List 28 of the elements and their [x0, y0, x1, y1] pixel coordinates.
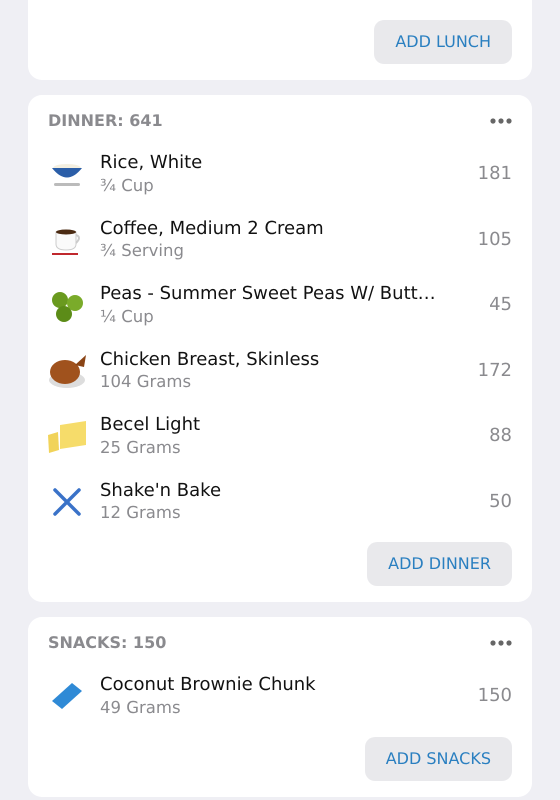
serving-amount: 12 Grams: [100, 502, 181, 524]
serving-amount: ¼ Cup: [100, 306, 154, 328]
food-name: Peas - Summer Sweet Peas W/ Butt…: [100, 282, 436, 306]
add-food-button[interactable]: ADD SNACKS: [364, 736, 512, 780]
food-name: Chicken Breast, Skinless: [100, 348, 320, 372]
food-name: Shake'n Bake: [100, 478, 222, 502]
more-icon[interactable]: [490, 640, 512, 646]
meal-title: DINNER: 641: [48, 110, 163, 132]
calorie-count: 150: [478, 684, 512, 708]
calorie-count: 172: [478, 358, 512, 383]
food-name: Coffee, Medium 2 Cream: [100, 216, 324, 240]
serving-amount: 104 Grams: [100, 371, 192, 393]
calorie-count: 181: [478, 162, 512, 186]
serving-amount: 25 Grams: [100, 436, 181, 458]
serving-amount: ¾ Serving: [100, 240, 184, 262]
add-food-button[interactable]: ADD DINNER: [367, 542, 512, 586]
calorie-count: 88: [489, 424, 512, 448]
calorie-count: 45: [489, 293, 512, 318]
food-name: Rice, White: [100, 151, 202, 175]
serving-amount: ¾ Cup: [100, 174, 154, 196]
more-icon[interactable]: [490, 118, 512, 124]
add-food-button[interactable]: ADD LUNCH: [374, 20, 512, 64]
calorie-count: 50: [489, 490, 512, 514]
meal-title: SNACKS: 150: [48, 632, 166, 654]
food-name: Becel Light: [100, 413, 200, 437]
calorie-count: 105: [478, 228, 512, 252]
serving-amount: 49 Grams: [100, 696, 181, 718]
food-name: Coconut Brownie Chunk: [100, 673, 316, 697]
